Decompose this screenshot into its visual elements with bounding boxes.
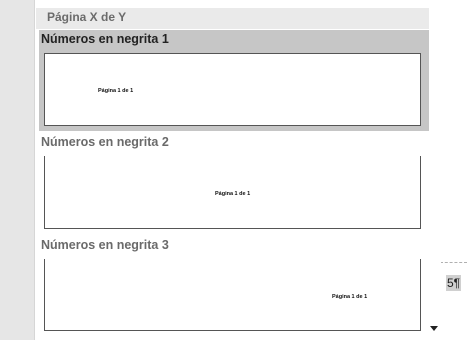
paragraph-marker: 5¶	[446, 275, 462, 291]
preview-page-number-text: Página 1 de 1	[332, 294, 368, 300]
gallery-option-preview: Página 1 de 1	[44, 259, 421, 331]
preview-page-number-text: Página 1 de 1	[98, 88, 134, 94]
gallery-option-bold-numbers-1[interactable]: Números en negrita 1 Página 1 de 1	[39, 30, 429, 131]
preview-page-number-text: Página 1 de 1	[215, 191, 251, 197]
gallery-category-header: Página X de Y	[36, 8, 429, 29]
page-number-gallery: Página X de Y Números en negrita 1 Págin…	[34, 0, 441, 340]
gallery-option-title: Números en negrita 2	[41, 135, 169, 149]
header-footer-boundary-line	[440, 262, 467, 263]
page-number-gallery-screen: 5¶ Página X de Y Números en negrita 1 Pá…	[0, 0, 467, 340]
gallery-option-preview: Página 1 de 1	[44, 156, 421, 229]
gallery-option-title: Números en negrita 1	[41, 32, 169, 46]
gallery-option-preview: Página 1 de 1	[44, 53, 421, 126]
gallery-option-bold-numbers-2[interactable]: Números en negrita 2 Página 1 de 1	[39, 133, 429, 235]
gallery-option-bold-numbers-3[interactable]: Números en negrita 3 Página 1 de 1	[39, 236, 429, 340]
document-background-left	[0, 0, 34, 340]
gallery-category-label: Página X de Y	[47, 10, 127, 24]
scroll-down-arrow-icon[interactable]	[430, 326, 438, 331]
gallery-option-title: Números en negrita 3	[41, 238, 169, 252]
